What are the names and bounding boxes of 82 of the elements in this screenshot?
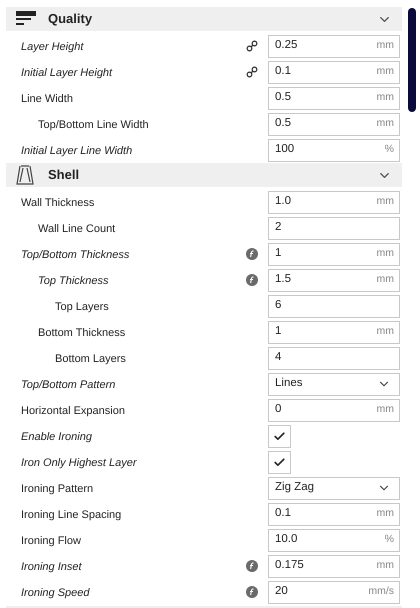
unit-label: mm: [376, 116, 394, 132]
section-title: Shell: [48, 166, 80, 184]
section-header[interactable]: Quality: [6, 7, 402, 31]
field-value: 0: [275, 402, 282, 418]
section-title: Quality: [48, 10, 94, 28]
setting-label: Ironing Line Spacing: [21, 509, 122, 521]
input-field[interactable]: 10.0 %: [268, 528, 400, 552]
field-value: 0.5: [275, 90, 291, 106]
shell-icon: [16, 165, 34, 185]
setting-label: Top Thickness: [38, 275, 109, 287]
input-field[interactable]: 1.5 mm: [268, 268, 400, 292]
setting-label: Initial Layer Height: [21, 67, 112, 79]
setting-label: Wall Thickness: [21, 197, 94, 209]
setting-label: Top/Bottom Line Width: [38, 119, 149, 131]
field-value: 100: [275, 142, 294, 158]
unit-label: mm: [376, 558, 394, 574]
field-value: 1: [275, 246, 282, 262]
input-field[interactable]: 4: [268, 346, 400, 370]
setting-label: Iron Only Highest Layer: [21, 457, 137, 469]
input-field[interactable]: 2: [268, 216, 400, 240]
setting-label: Ironing Flow: [21, 535, 81, 547]
setting-label: Top/Bottom Pattern: [21, 379, 116, 391]
unit-label: %: [384, 532, 394, 548]
input-field[interactable]: 1 mm: [268, 320, 400, 344]
field-value: 0.1: [275, 506, 291, 522]
field-value: 1.5: [275, 272, 291, 288]
input-field[interactable]: 1.0 mm: [268, 190, 400, 214]
unit-label: mm: [376, 90, 394, 106]
setting-label: Horizontal Expansion: [21, 405, 125, 417]
input-field[interactable]: 0.5 mm: [268, 86, 400, 110]
field-value: 4: [275, 350, 282, 366]
setting-label: Bottom Thickness: [38, 327, 126, 339]
input-field[interactable]: 0.25 mm: [268, 34, 400, 58]
setting-label: Enable Ironing: [21, 431, 92, 443]
unit-label: mm: [376, 64, 394, 80]
field-value: 1.0: [275, 194, 291, 210]
setting-label: Wall Line Count: [38, 223, 116, 235]
setting-label: Line Width: [21, 93, 73, 105]
setting-label: Ironing Inset: [21, 561, 82, 573]
input-field[interactable]: 0.1 mm: [268, 502, 400, 526]
bars-icon: [16, 10, 36, 28]
checkbox[interactable]: [268, 450, 291, 474]
input-field[interactable]: 20 mm/s: [268, 580, 400, 604]
setting-label: Ironing Pattern: [21, 483, 94, 495]
field-value: 20: [275, 584, 288, 600]
unit-label: mm/s: [368, 584, 394, 600]
dropdown[interactable]: Lines: [268, 372, 400, 396]
unit-label: mm: [376, 194, 394, 210]
setting-label: Initial Layer Line Width: [21, 145, 132, 157]
unit-label: mm: [376, 38, 394, 54]
input-field[interactable]: 1 mm: [268, 242, 400, 266]
unit-label: mm: [376, 402, 394, 418]
unit-label: mm: [376, 506, 394, 522]
input-field[interactable]: 6: [268, 294, 400, 318]
checkbox[interactable]: [268, 424, 291, 448]
input-field[interactable]: 0.1 mm: [268, 60, 400, 84]
field-value: 0.1: [275, 64, 291, 80]
section-header[interactable]: Shell: [6, 163, 402, 187]
setting-label: Bottom Layers: [55, 353, 126, 365]
unit-label: %: [384, 142, 394, 158]
input-field[interactable]: 100 %: [268, 138, 400, 162]
unit-label: mm: [376, 246, 394, 262]
setting-label: Layer Height: [21, 41, 84, 53]
unit-label: mm: [376, 324, 394, 340]
setting-label: Top/Bottom Thickness: [21, 249, 130, 261]
check-icon: [273, 456, 286, 468]
field-value: 2: [275, 220, 282, 236]
field-value: 1: [275, 324, 282, 340]
field-value: 0.25: [275, 38, 298, 54]
dropdown[interactable]: Zig Zag: [268, 476, 400, 500]
setting-label: Top Layers: [55, 301, 109, 313]
unit-label: mm: [376, 272, 394, 288]
input-field[interactable]: 0.5 mm: [268, 112, 400, 136]
scrollbar[interactable]: [408, 8, 416, 112]
field-value: 6: [275, 298, 282, 314]
field-value: 0.175: [275, 558, 304, 574]
field-value: 10.0: [275, 532, 298, 548]
input-field[interactable]: 0 mm: [268, 398, 400, 422]
check-icon: [273, 430, 286, 442]
setting-label: Ironing Speed: [21, 587, 90, 599]
input-field[interactable]: 0.175 mm: [268, 554, 400, 578]
field-value: 0.5: [275, 116, 291, 132]
